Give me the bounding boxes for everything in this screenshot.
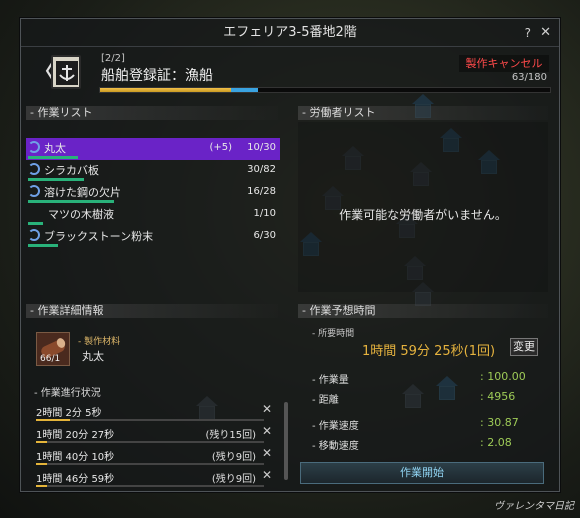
progress-spinner-icon bbox=[28, 229, 40, 241]
quest-step-count: [2/2] bbox=[101, 53, 125, 64]
progress-remaining: (残り15回) bbox=[205, 430, 256, 441]
worker-list-title: - 労働者リスト bbox=[298, 106, 548, 120]
work-item[interactable]: マツの木樹液 1/10 bbox=[26, 204, 280, 226]
work-item[interactable]: 溶けた鋼の欠片 16/28 bbox=[26, 182, 280, 204]
start-work-button[interactable]: 作業開始 bbox=[300, 462, 544, 484]
watermark: ヴァレンタマ日記 bbox=[494, 501, 574, 512]
work-item-progress bbox=[28, 178, 84, 181]
work-item-name: 丸太 bbox=[44, 142, 66, 155]
progress-time: 1時間 46分 59秒 bbox=[36, 474, 115, 485]
material-name: 丸太 bbox=[82, 350, 104, 363]
work-item-count: 16/28 bbox=[247, 186, 276, 197]
material-label: - 製作材料 bbox=[78, 337, 121, 347]
stat-value: : 2.08 bbox=[480, 436, 512, 449]
worker-list-panel: 作業可能な労働者がいません。 bbox=[298, 122, 548, 292]
progress-spinner-icon bbox=[28, 185, 40, 197]
progress-spinner-icon bbox=[28, 163, 40, 175]
remove-icon[interactable]: ✕ bbox=[262, 424, 272, 438]
material-box: 66/1 - 製作材料 丸太 bbox=[26, 326, 280, 370]
help-icon[interactable]: ? bbox=[525, 19, 531, 47]
remove-icon[interactable]: ✕ bbox=[262, 402, 272, 416]
progress-row: 1時間 46分 59秒 (残り9回) ✕ bbox=[36, 468, 276, 490]
required-time-label: - 所要時間 bbox=[312, 329, 355, 339]
progress-time: 2時間 2分 5秒 bbox=[36, 408, 102, 419]
progress-bar bbox=[36, 419, 264, 421]
progress-spinner-icon bbox=[28, 141, 40, 153]
required-time-box: - 所要時間 1時間 59分 25秒(1回) 変更 bbox=[298, 322, 548, 364]
progress-row: 2時間 2分 5秒 ✕ bbox=[36, 402, 276, 424]
change-button[interactable]: 変更 bbox=[510, 338, 538, 356]
work-item[interactable]: 丸太 (+5) 10/30 bbox=[26, 138, 280, 160]
no-worker-message: 作業可能な労働者がいません。 bbox=[339, 208, 507, 222]
window-title: エフェリア3-5番地2階 bbox=[223, 25, 357, 40]
work-item[interactable]: ブラックストーン粉末 6/30 bbox=[26, 226, 280, 248]
quest-name: 船舶登録証：漁船 bbox=[101, 68, 213, 84]
work-list: 丸太 (+5) 10/30 シラカバ板 30/82 溶けた鋼の欠片 16/28 マツの木樹液 1… bbox=[26, 138, 280, 288]
work-item-progress bbox=[28, 222, 43, 225]
progress-bar bbox=[36, 441, 264, 443]
work-item-count: 6/30 bbox=[253, 230, 276, 241]
work-list-title: - 作業リスト bbox=[26, 106, 278, 120]
quest-header: 〈 [2/2] 船舶登録証：漁船 製作キャンセル 63/180 bbox=[21, 47, 559, 99]
work-item-name: マツの木樹液 bbox=[48, 208, 114, 221]
stat-row: - 距離 : 4956 bbox=[298, 388, 548, 408]
progress-row: 1時間 20分 27秒 (残り15回) ✕ bbox=[36, 424, 276, 446]
stat-value: : 30.87 bbox=[480, 416, 519, 429]
progress-bar bbox=[36, 485, 264, 487]
required-time-value: 1時間 59分 25秒(1回) bbox=[362, 344, 496, 359]
close-icon[interactable]: ✕ bbox=[540, 19, 551, 47]
progress-remaining: (残り9回) bbox=[211, 474, 256, 485]
progress-status-title: - 作業進行状況 bbox=[34, 388, 101, 399]
stat-key: - 作業量 bbox=[312, 375, 349, 386]
progress-list: 2時間 2分 5秒 ✕ 1時間 20分 27秒 (残り15回) ✕ 1時間 40分 10秒… bbox=[36, 402, 276, 490]
stat-row: - 作業量 : 100.00 bbox=[298, 368, 548, 388]
work-item-name: シラカバ板 bbox=[44, 164, 99, 177]
work-item-name: 溶けた鋼の欠片 bbox=[44, 186, 121, 199]
estimate-stats: - 作業量 : 100.00 - 距離 : 4956 - 作業速度 : 30.87 - 移動… bbox=[298, 368, 548, 454]
progress-row: 1時間 40分 10秒 (残り9回) ✕ bbox=[36, 446, 276, 468]
progress-remaining: (残り9回) bbox=[211, 452, 256, 463]
stat-value: : 4956 bbox=[480, 390, 516, 403]
stat-key: - 作業速度 bbox=[312, 421, 359, 432]
quest-progress-bar bbox=[99, 87, 551, 93]
progress-time: 1時間 40分 10秒 bbox=[36, 452, 115, 463]
stat-row: - 移動速度 : 2.08 bbox=[298, 434, 548, 454]
cancel-crafting-button[interactable]: 製作キャンセル bbox=[459, 55, 549, 72]
work-item-count: 1/10 bbox=[253, 208, 276, 219]
work-item-count: 10/30 bbox=[247, 142, 276, 153]
quest-progress-text: 63/180 bbox=[511, 72, 547, 83]
stat-row: - 作業速度 : 30.87 bbox=[298, 414, 548, 434]
estimate-title: - 作業予想時間 bbox=[298, 304, 548, 318]
stat-value: : 100.00 bbox=[480, 370, 526, 383]
work-item-progress bbox=[28, 156, 78, 159]
anchor-icon bbox=[51, 55, 81, 89]
remove-icon[interactable]: ✕ bbox=[262, 468, 272, 482]
progress-time: 1時間 20分 27秒 bbox=[36, 430, 115, 441]
progress-bar bbox=[36, 463, 264, 465]
work-item-progress bbox=[28, 200, 114, 203]
detail-title: - 作業詳細情報 bbox=[26, 304, 278, 318]
work-item-count: 30/82 bbox=[247, 164, 276, 175]
material-quantity: 66/1 bbox=[40, 354, 61, 364]
remove-icon[interactable]: ✕ bbox=[262, 446, 272, 460]
work-item-name: ブラックストーン粉末 bbox=[44, 230, 154, 243]
work-item[interactable]: シラカバ板 30/82 bbox=[26, 160, 280, 182]
progress-scrollbar[interactable] bbox=[284, 402, 288, 480]
window-titlebar: エフェリア3-5番地2階 ? ✕ bbox=[21, 19, 559, 47]
stat-key: - 距離 bbox=[312, 395, 339, 406]
stat-key: - 移動速度 bbox=[312, 441, 359, 452]
work-item-progress bbox=[28, 244, 58, 247]
work-item-bonus: (+5) bbox=[209, 142, 232, 153]
